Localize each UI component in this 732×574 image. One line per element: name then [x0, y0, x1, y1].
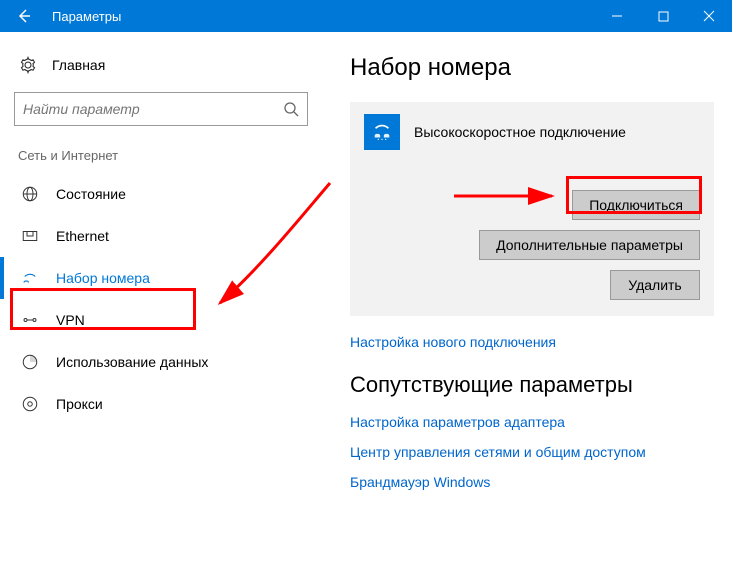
sidebar-item-data-usage[interactable]: Использование данных	[14, 341, 308, 383]
sidebar-item-label: Состояние	[56, 186, 126, 202]
vpn-icon	[20, 311, 40, 329]
page-title: Набор номера	[350, 54, 714, 82]
sidebar-item-label: Ethernet	[56, 228, 109, 244]
dialup-icon	[20, 269, 40, 287]
delete-button[interactable]: Удалить	[610, 270, 700, 300]
sidebar-item-label: Использование данных	[56, 354, 208, 370]
sidebar-item-label: Набор номера	[56, 270, 150, 286]
titlebar: Параметры	[0, 0, 732, 32]
sidebar-item-ethernet[interactable]: Ethernet	[14, 215, 308, 257]
sidebar-item-label: VPN	[56, 312, 85, 328]
data-usage-icon	[20, 353, 40, 371]
connection-card[interactable]: Высокоскоростное подключение Подключитьс…	[350, 102, 714, 316]
sidebar-section-label: Сеть и Интернет	[14, 148, 308, 173]
related-link-network-center[interactable]: Центр управления сетями и общим доступом	[350, 444, 714, 460]
home-nav[interactable]: Главная	[14, 50, 308, 80]
related-link-firewall[interactable]: Брандмауэр Windows	[350, 474, 714, 490]
new-connection-link[interactable]: Настройка нового подключения	[350, 334, 714, 350]
sidebar-item-dialup[interactable]: Набор номера	[14, 257, 308, 299]
search-icon	[283, 101, 299, 117]
main-panel: Набор номера Высокоскоростное подключени…	[320, 32, 732, 574]
gear-icon	[18, 56, 38, 74]
proxy-icon	[20, 395, 40, 413]
sidebar-item-status[interactable]: Состояние	[14, 173, 308, 215]
sidebar-item-label: Прокси	[56, 396, 103, 412]
connection-name: Высокоскоростное подключение	[414, 124, 626, 140]
connection-phone-icon	[364, 114, 400, 150]
minimize-button[interactable]	[594, 0, 640, 32]
search-input-container[interactable]	[14, 92, 308, 126]
globe-icon	[20, 185, 40, 203]
sidebar: Главная Сеть и Интернет Состояние Ethern…	[0, 32, 320, 574]
maximize-button[interactable]	[640, 0, 686, 32]
advanced-options-button[interactable]: Дополнительные параметры	[479, 230, 700, 260]
ethernet-icon	[20, 227, 40, 245]
back-button[interactable]	[0, 0, 48, 32]
sidebar-item-proxy[interactable]: Прокси	[14, 383, 308, 425]
related-section-title: Сопутствующие параметры	[350, 372, 714, 398]
connect-button[interactable]: Подключиться	[572, 190, 700, 220]
sidebar-item-vpn[interactable]: VPN	[14, 299, 308, 341]
search-input[interactable]	[23, 101, 283, 117]
home-label: Главная	[52, 57, 105, 73]
close-button[interactable]	[686, 0, 732, 32]
window-title: Параметры	[48, 9, 594, 24]
related-link-adapter[interactable]: Настройка параметров адаптера	[350, 414, 714, 430]
